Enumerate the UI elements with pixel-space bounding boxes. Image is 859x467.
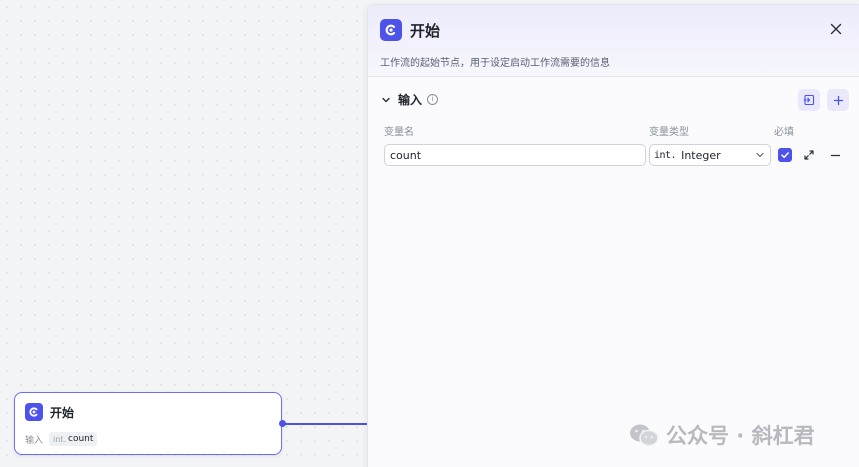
start-node-icon [380,19,402,41]
plus-icon [833,95,843,105]
start-node-card[interactable]: 开始 输入 int. count [14,392,282,455]
input-section-title: 输入 [398,93,423,107]
start-node-icon [25,403,43,421]
start-node-header: 开始 [25,403,74,421]
variable-name-input[interactable] [384,144,646,166]
start-node-input-label: 输入 [25,435,44,446]
info-icon[interactable]: i [427,94,439,105]
panel-header: 开始 工作流的起始节点，用于设定启动工作流需要的信息 [368,5,859,77]
param-tag: int. count [49,432,98,446]
node-config-panel: 开始 工作流的起始节点，用于设定启动工作流需要的信息 输入 i 变量名 变量类型… [367,4,859,467]
panel-title: 开始 [410,22,441,40]
wechat-icon [630,424,659,447]
variable-type-value: Integer [681,148,721,162]
column-header-name: 变量名 [384,127,414,138]
panel-description: 工作流的起始节点，用于设定启动工作流需要的信息 [380,58,610,69]
import-button[interactable] [798,89,820,111]
close-icon [830,23,842,35]
collapse-toggle[interactable] [380,94,392,106]
required-checkbox[interactable] [778,148,792,162]
watermark: 公众号 · 斜杠君 [628,420,815,450]
import-icon [803,94,815,106]
param-type: int. [53,434,66,444]
expand-icon[interactable] [803,149,815,161]
remove-variable-button[interactable] [829,149,841,161]
start-node-title: 开始 [50,405,75,420]
connection-edge[interactable] [285,423,369,425]
variable-type-select[interactable]: int. Integer [649,144,771,166]
column-header-required: 必填 [774,127,794,138]
start-node-inputs: 输入 int. count [25,432,98,446]
variable-type-prefix: int. [654,149,677,161]
chevron-down-icon [756,152,764,158]
check-icon [781,152,789,159]
add-variable-button[interactable] [827,89,849,111]
close-button[interactable] [828,21,844,37]
watermark-text: 公众号 · 斜杠君 [666,424,815,448]
column-header-type: 变量类型 [649,127,689,138]
input-section-header: 输入 i [380,91,439,108]
minus-icon [830,154,840,156]
chevron-down-icon [382,97,390,102]
param-name: count [68,434,94,444]
